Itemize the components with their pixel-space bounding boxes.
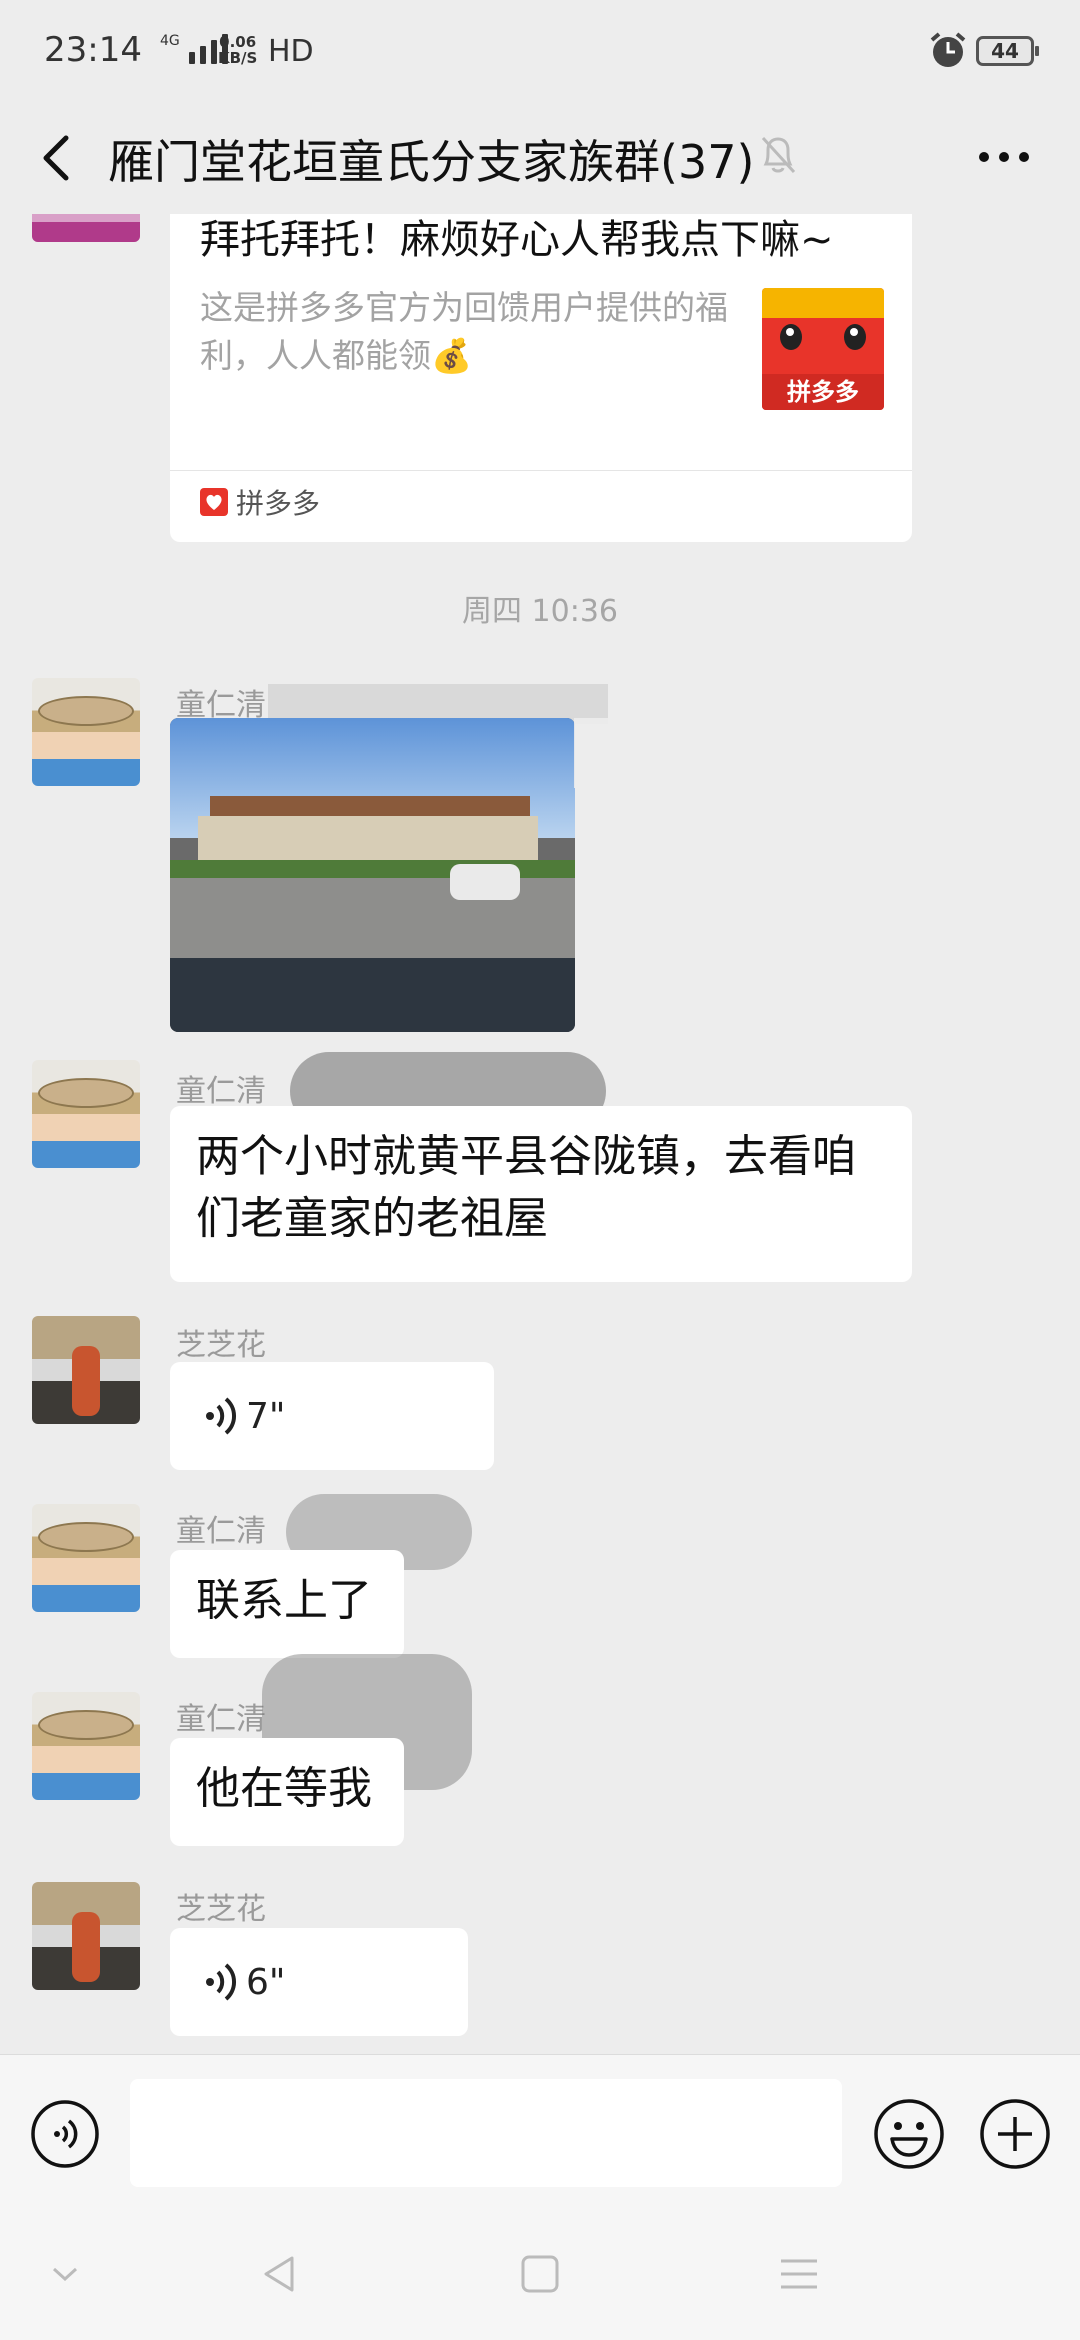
- card-thumbnail: 拼多多: [762, 288, 884, 410]
- sender-name: 童仁清: [176, 1514, 266, 1549]
- avatar[interactable]: [32, 1504, 140, 1612]
- message-text: 联系上了: [196, 1575, 372, 1626]
- pdd-logo-icon: [200, 488, 228, 516]
- hd-indicator: HD: [268, 34, 314, 69]
- nav-menu-icon[interactable]: [778, 2256, 820, 2292]
- emoji-icon[interactable]: [872, 2097, 946, 2171]
- card-source-label: 拼多多: [236, 487, 321, 520]
- nav-back-icon[interactable]: [258, 2252, 302, 2296]
- battery-indicator: 44: [976, 36, 1039, 66]
- link-card[interactable]: 拜托拜托！麻烦好心人帮我点下嘛~ 这是拼多多官方为回馈用户提供的福利，人人都能领…: [170, 214, 912, 542]
- redaction-blur: [574, 718, 608, 788]
- message-text: 他在等我: [196, 1763, 372, 1814]
- chat-header: 雁门堂花垣童氏分支家族群(37): [0, 104, 1080, 214]
- text-message[interactable]: 他在等我: [170, 1738, 404, 1846]
- avatar[interactable]: [32, 1882, 140, 1990]
- avatar[interactable]: [32, 214, 140, 242]
- pdd-thumb-label: 拼多多: [762, 374, 884, 410]
- network-type: 4G: [160, 33, 180, 49]
- message-input[interactable]: [130, 2079, 842, 2187]
- voice-duration: 6": [246, 1961, 286, 2003]
- message-timestamp: 周四 10:36: [462, 594, 618, 629]
- message-text: 两个小时就黄平县谷陇镇，去看咱们老童家的老祖屋: [196, 1131, 856, 1244]
- voice-message[interactable]: 7": [170, 1362, 494, 1470]
- chevron-down-icon[interactable]: [50, 2264, 80, 2284]
- card-description: 这是拼多多官方为回馈用户提供的福利，人人都能领💰: [200, 288, 728, 375]
- card-title: 拜托拜托！麻烦好心人帮我点下嘛~: [200, 217, 834, 263]
- nav-home-icon[interactable]: [520, 2254, 560, 2294]
- avatar[interactable]: [32, 1692, 140, 1800]
- avatar[interactable]: [32, 1060, 140, 1168]
- text-message[interactable]: 联系上了: [170, 1550, 404, 1658]
- status-bar: 23:14 4G 0.06 KB/S HD 44: [0, 0, 1080, 104]
- sender-name: 童仁清: [176, 1074, 266, 1109]
- voice-wave-icon: [206, 1397, 237, 1435]
- card-source: 拼多多: [200, 482, 320, 522]
- more-dots-icon[interactable]: [976, 144, 1032, 170]
- back-arrow-icon[interactable]: [30, 128, 80, 188]
- input-bar: [0, 2054, 1080, 2213]
- avatar[interactable]: [32, 678, 140, 786]
- plus-icon[interactable]: [978, 2097, 1052, 2171]
- chat-title: 雁门堂花垣童氏分支家族群(37): [108, 135, 755, 189]
- voice-wave-icon: [206, 1963, 237, 2001]
- voice-icon[interactable]: [30, 2099, 100, 2169]
- card-divider: [170, 470, 912, 471]
- alarm-icon: [930, 32, 966, 67]
- status-time: 23:14: [44, 30, 142, 70]
- sender-name: 芝芝花: [176, 1328, 266, 1363]
- avatar[interactable]: [32, 1316, 140, 1424]
- sender-name: 芝芝花: [176, 1892, 266, 1927]
- mute-bell-icon: [761, 136, 796, 174]
- voice-duration: 7": [246, 1395, 286, 1437]
- text-message[interactable]: 两个小时就黄平县谷陇镇，去看咱们老童家的老祖屋: [170, 1106, 912, 1282]
- voice-message[interactable]: 6": [170, 1928, 468, 2036]
- chat-messages[interactable]: 拜托拜托！麻烦好心人帮我点下嘛~ 这是拼多多官方为回馈用户提供的福利，人人都能领…: [0, 214, 1080, 2054]
- sender-name: 童仁清: [176, 1702, 266, 1737]
- system-nav-bar: [0, 2212, 1080, 2340]
- network-speed: 0.06 KB/S: [218, 33, 258, 67]
- image-message[interactable]: [170, 718, 575, 1032]
